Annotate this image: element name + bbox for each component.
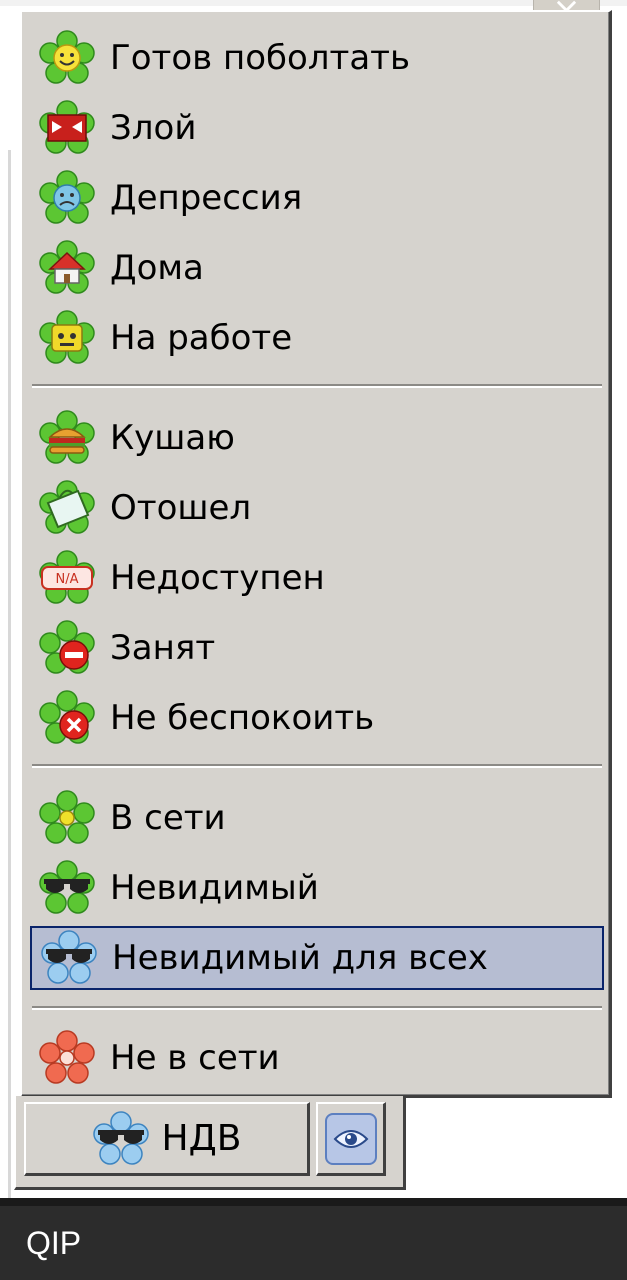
menu-item-do-not-disturb[interactable]: Не беспокоить — [30, 686, 604, 750]
online-flower-icon — [38, 789, 96, 847]
status-bar: НДВ — [14, 1096, 406, 1190]
menu-item-at-home[interactable]: Дома — [30, 236, 604, 300]
menu-item-at-work[interactable]: На работе — [30, 306, 604, 370]
menu-item-depression[interactable]: Депрессия — [30, 166, 604, 230]
menu-separator — [32, 1006, 602, 1010]
status-button[interactable]: НДВ — [24, 1102, 310, 1176]
angry-flower-icon — [38, 99, 96, 157]
menu-item-online[interactable]: В сети — [30, 786, 604, 850]
menu-item-label: В сети — [110, 798, 226, 838]
status-menu: Готов поболтать Злой Депрессия Дома На р… — [20, 10, 612, 1098]
menu-item-label: Не беспокоить — [110, 698, 375, 738]
menu-item-label: Занят — [110, 628, 216, 668]
menu-item-label: На работе — [110, 318, 293, 358]
privacy-button[interactable] — [316, 1102, 386, 1176]
menu-item-invisible-for-all[interactable]: Невидимый для всех — [30, 926, 604, 990]
app-name: QIP — [26, 1224, 82, 1261]
svg-text:N/A: N/A — [56, 572, 79, 587]
menu-item-busy[interactable]: Занят — [30, 616, 604, 680]
menu-item-label: Недоступен — [110, 558, 325, 598]
menu-item-unavailable[interactable]: N/A Недоступен — [30, 546, 604, 610]
menu-item-label: Депрессия — [110, 178, 303, 218]
qip-status-screen: × Готов поболтать Злой Депрессия Дом — [0, 0, 627, 1280]
menu-item-label: Злой — [110, 108, 197, 148]
smile-flower-icon — [38, 29, 96, 87]
menu-item-label: Невидимый — [110, 868, 319, 908]
work-flower-icon — [38, 309, 96, 367]
status-button-label: НДВ — [161, 1118, 242, 1159]
menu-item-ready-to-chat[interactable]: Готов поболтать — [30, 26, 604, 90]
app-caption-bar: QIP — [0, 1198, 627, 1280]
busy-flower-icon — [38, 619, 96, 677]
eye-icon — [324, 1112, 377, 1165]
menu-item-label: Не в сети — [110, 1038, 280, 1078]
menu-item-label: Готов поболтать — [110, 38, 411, 78]
na-flower-icon: N/A — [38, 549, 96, 607]
sad-flower-icon — [38, 169, 96, 227]
invisible-flower-icon — [38, 859, 96, 917]
menu-item-label: Дома — [110, 248, 204, 288]
menu-separator — [32, 384, 602, 388]
window-edge-left — [8, 150, 11, 1200]
house-flower-icon — [38, 239, 96, 297]
menu-item-angry[interactable]: Злой — [30, 96, 604, 160]
menu-separator — [32, 764, 602, 768]
burger-flower-icon — [38, 409, 96, 467]
menu-item-label: Кушаю — [110, 418, 235, 458]
away-flower-icon — [38, 479, 96, 537]
menu-item-label: Отошел — [110, 488, 252, 528]
dnd-flower-icon — [38, 689, 96, 747]
invisible-all-flower-icon — [92, 1110, 150, 1168]
menu-item-label: Невидимый для всех — [112, 938, 488, 978]
menu-item-away[interactable]: Отошел — [30, 476, 604, 540]
offline-flower-icon — [38, 1029, 96, 1087]
menu-item-invisible[interactable]: Невидимый — [30, 856, 604, 920]
menu-item-offline[interactable]: Не в сети — [30, 1026, 604, 1090]
invisible-all-flower-icon — [40, 929, 98, 987]
menu-item-eating[interactable]: Кушаю — [30, 406, 604, 470]
